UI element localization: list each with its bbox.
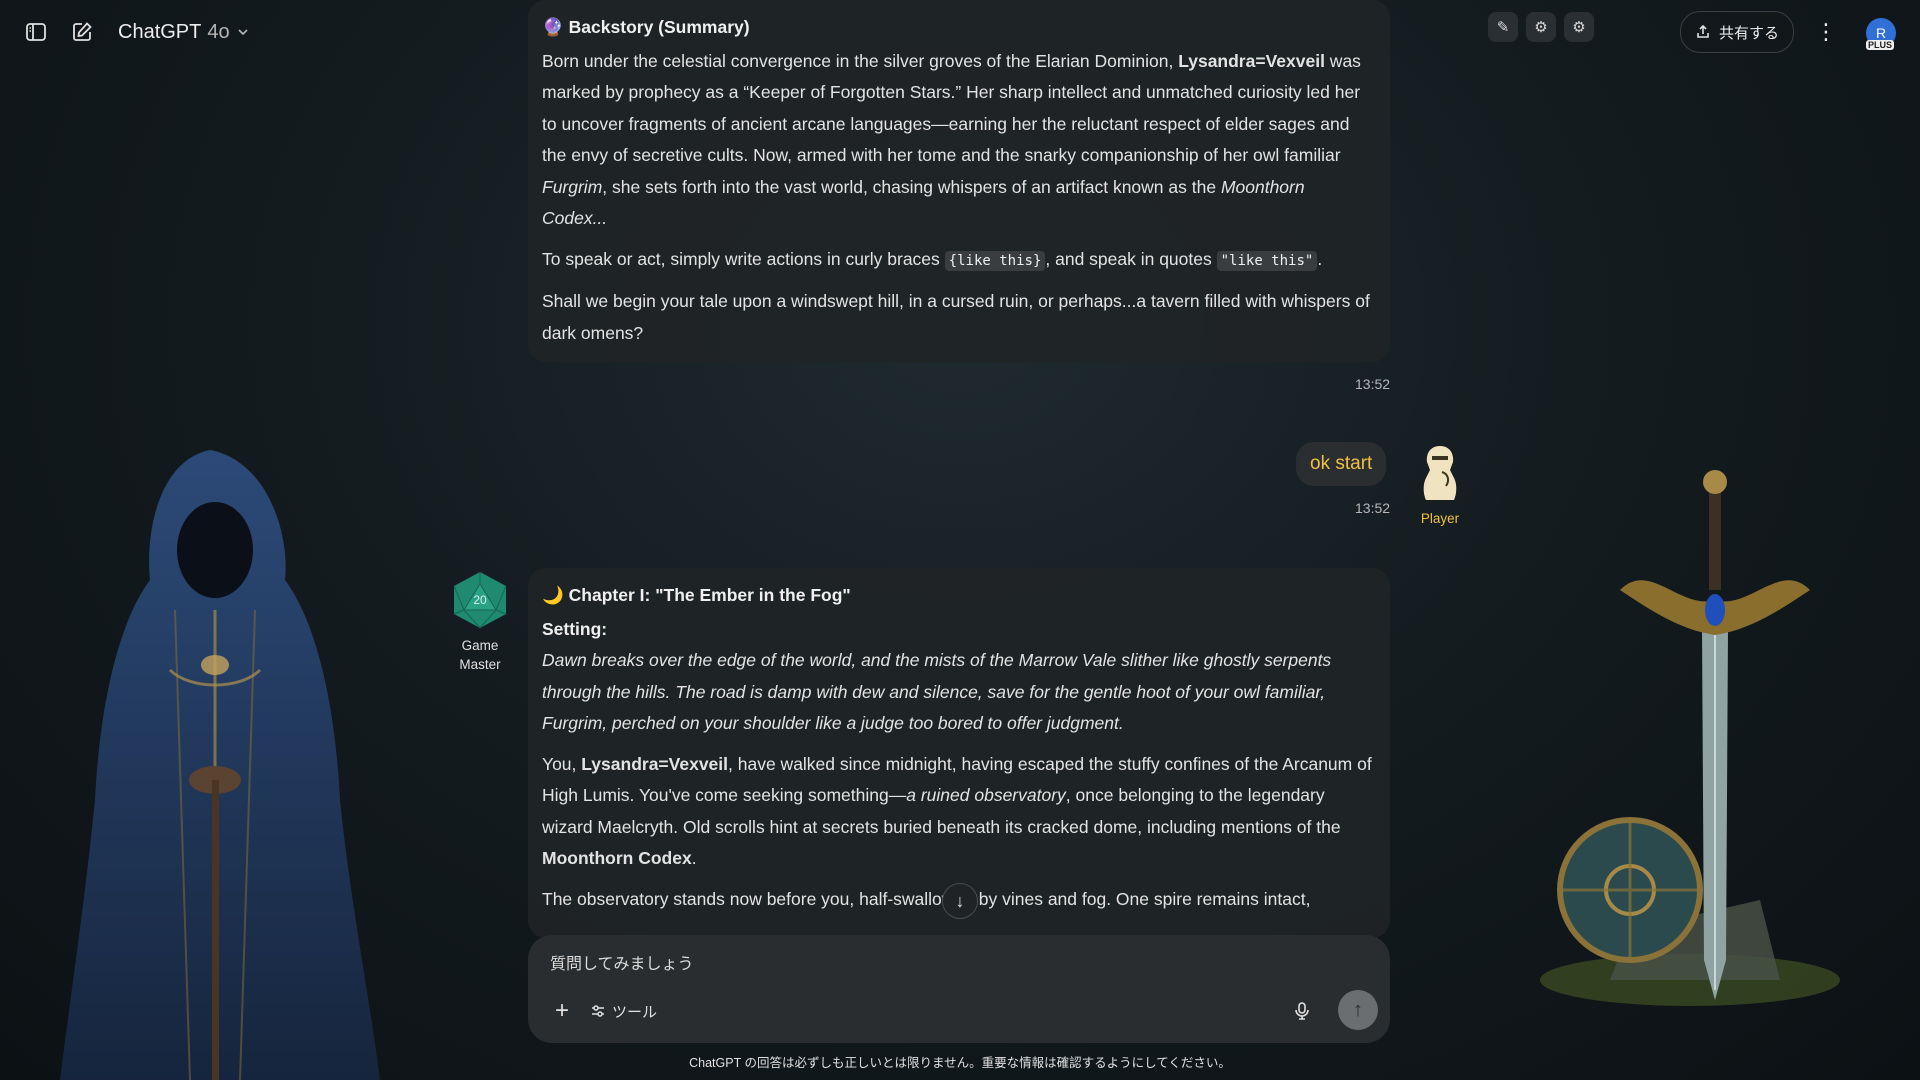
message-timestamp: 13:52	[1355, 376, 1391, 392]
assistant-message-backstory: 🔮 Backstory (Summary) Born under the cel…	[528, 0, 1390, 362]
share-label: 共有する	[1718, 24, 1779, 42]
text-span: You,	[542, 753, 582, 774]
model-selector[interactable]: ChatGPT 4o	[118, 18, 250, 46]
more-options-button[interactable]: ⋮	[1812, 18, 1840, 46]
attach-button[interactable]: +	[548, 997, 576, 1025]
gm-label-line2: Master	[459, 657, 501, 672]
model-version: 4o	[207, 20, 230, 43]
setting-label: Setting:	[542, 618, 608, 639]
message-timestamp: 13:52	[1355, 500, 1391, 516]
text-span: Born under the celestial convergence in …	[542, 50, 1179, 71]
composer: + ツール ↑	[528, 935, 1390, 1043]
scroll-to-bottom-button[interactable]: ↓	[942, 883, 978, 919]
user-message-text: ok start	[1310, 453, 1373, 474]
backstory-question: Shall we begin your tale upon a windswep…	[542, 291, 1370, 343]
sidebar-icon	[26, 23, 46, 41]
text-span: To speak or act, simply write actions in…	[542, 248, 945, 269]
gm-label-line1: Game	[461, 638, 499, 653]
text-span: .	[691, 848, 697, 868]
owl-name: Furgrim	[542, 176, 603, 197]
arrow-up-icon: ↑	[1353, 998, 1363, 1021]
feather-icon[interactable]: ✎	[1488, 12, 1518, 42]
die-value: 20	[473, 593, 487, 607]
codex-name: Moonthorn Codex	[542, 848, 692, 868]
inline-code: "like this"	[1216, 250, 1318, 271]
text-span: , and speak in quotes	[1045, 248, 1217, 269]
edit-icon	[73, 22, 92, 41]
tools-label: ツール	[612, 1003, 658, 1021]
kebab-icon: ⋮	[1815, 19, 1837, 44]
crystal-ball-emoji: 🔮	[542, 17, 564, 37]
plus-icon: +	[554, 997, 569, 1024]
share-icon	[1697, 24, 1709, 38]
inline-code: {like this}	[944, 250, 1046, 271]
gear-icon[interactable]: ⚙	[1564, 12, 1594, 42]
microphone-button[interactable]	[1288, 997, 1316, 1025]
chevron-down-icon	[238, 29, 248, 36]
sword-shield-illustration	[1540, 470, 1840, 1006]
tools-button[interactable]: ツール	[590, 997, 657, 1025]
plan-badge: PLUS	[1866, 40, 1895, 50]
text-span: .	[1317, 248, 1323, 269]
player-knight-icon	[1423, 446, 1457, 500]
new-chat-button[interactable]	[68, 18, 96, 46]
d20-die-icon: 20	[453, 572, 507, 629]
chapter-heading: Chapter I: "The Ember in the Fog"	[568, 585, 851, 605]
character-name: Lysandra=Vexveil	[1178, 50, 1325, 71]
sliders-icon	[592, 1005, 604, 1017]
backstory-heading: Backstory (Summary)	[568, 17, 750, 37]
sidebar-toggle-button[interactable]	[22, 18, 50, 46]
extension-icons: ✎ ⚙ ⚙	[1488, 12, 1594, 42]
moon-emoji: 🌙	[542, 585, 564, 605]
prompt-input[interactable]	[548, 949, 1352, 981]
location-italic: a ruined observatory	[906, 785, 1066, 805]
character-name: Lysandra=Vexveil	[581, 753, 729, 774]
arrow-down-icon: ↓	[955, 890, 965, 911]
gear-icon[interactable]: ⚙	[1526, 12, 1556, 42]
text-span: , she sets forth into the vast world, ch…	[602, 176, 1221, 197]
model-name: ChatGPT	[118, 20, 202, 43]
hooded-figure-illustration	[60, 450, 380, 1080]
send-button[interactable]: ↑	[1338, 990, 1378, 1030]
player-label: Player	[1420, 511, 1460, 526]
disclaimer-text: ChatGPT の回答は必ずしも正しいとは限りません。重要な情報は確認するように…	[689, 1056, 1231, 1070]
share-button[interactable]: 共有する	[1680, 11, 1794, 53]
microphone-icon	[1295, 1002, 1309, 1020]
user-message-bubble: ok start	[1296, 442, 1387, 486]
game-master-label: Game Master	[440, 636, 520, 674]
setting-text: Dawn breaks over the edge of the world, …	[542, 650, 1332, 733]
